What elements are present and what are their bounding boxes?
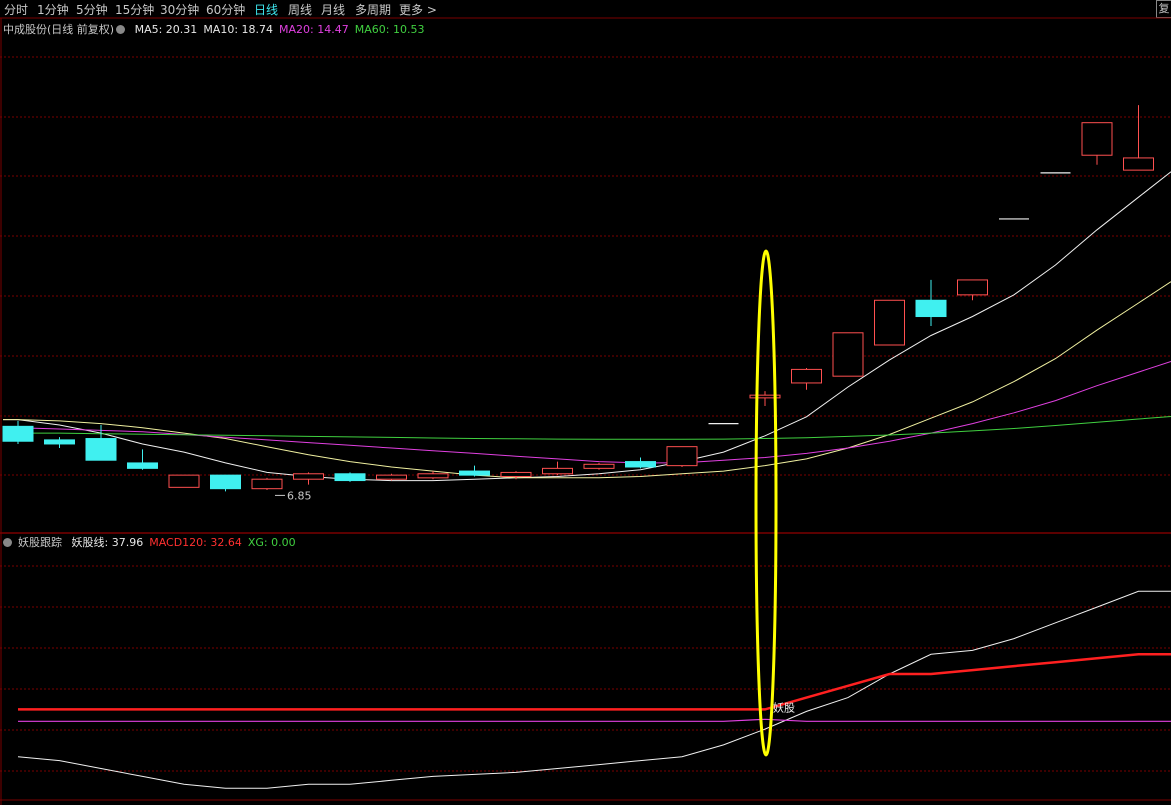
highlight-ellipse — [754, 249, 778, 757]
candle-body-down — [334, 473, 366, 482]
candle-body-up — [251, 478, 283, 490]
ma-line-ma20 — [3, 361, 1171, 464]
candle-body-down — [2, 425, 34, 442]
candle-body-down — [210, 474, 241, 490]
candle-body-down — [44, 439, 75, 445]
candle-body-up — [791, 368, 822, 384]
ma-line-ma60 — [3, 416, 1171, 440]
low-price-label: 6.85 — [287, 489, 312, 502]
candle-body-up — [417, 473, 449, 479]
candle-body-up — [583, 463, 615, 469]
candle-body-up — [832, 332, 864, 377]
candle-body-up — [376, 474, 407, 480]
candle-body-up — [293, 473, 324, 480]
candle-body-up — [500, 471, 532, 477]
candle-body-up — [1081, 122, 1113, 156]
chart-canvas: 6.85 妖股 — [0, 17, 1171, 805]
indicator-line-XG — [18, 718, 1171, 722]
candle-body-up — [957, 279, 988, 296]
candle-body-up — [168, 474, 200, 488]
candle-body-down — [625, 461, 656, 468]
signal-label: 妖股 — [773, 700, 795, 714]
ma-line-ma10 — [3, 281, 1171, 479]
candle-body-down — [459, 470, 490, 476]
candle-body-up — [542, 467, 573, 475]
indicator-line-妖股线 — [17, 590, 1171, 789]
candle-body-down — [915, 299, 947, 318]
indicator-line-MACD120 — [18, 653, 1171, 711]
candle-body-up — [1123, 157, 1154, 171]
candle-body-up — [874, 299, 905, 346]
candle-body-down — [127, 462, 158, 469]
candle-body-down — [85, 438, 117, 461]
candle-body-up — [666, 446, 698, 467]
